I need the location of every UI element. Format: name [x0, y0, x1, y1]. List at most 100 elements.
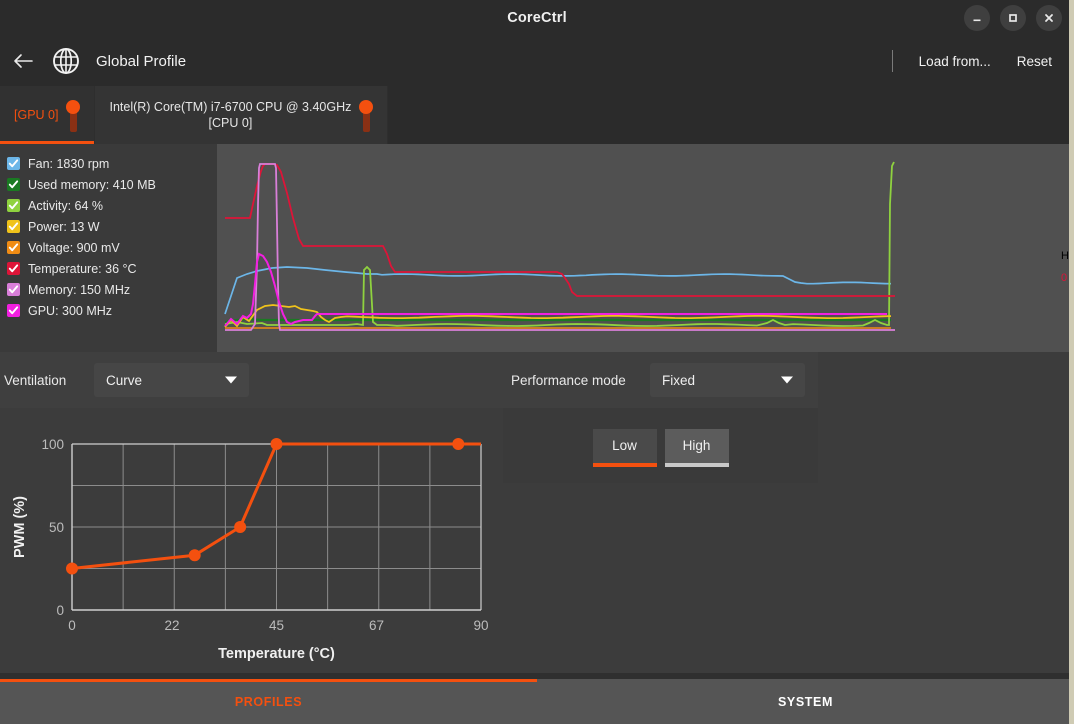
- ventilation-mode-value: Curve: [106, 372, 143, 388]
- y-tick-label: 0: [56, 603, 64, 618]
- tab-system-label: SYSTEM: [778, 694, 833, 709]
- sensor-plot-canvas: [224, 161, 895, 331]
- curve-point-4[interactable]: [452, 438, 465, 450]
- legend-item[interactable]: Fan: 1830 rpm: [7, 153, 217, 174]
- minimize-button[interactable]: [964, 5, 990, 31]
- x-tick-label: 45: [269, 618, 284, 633]
- x-tick-label: 0: [68, 618, 76, 633]
- tab-profiles[interactable]: PROFILES: [0, 679, 537, 724]
- legend-checkbox[interactable]: [7, 304, 20, 317]
- y-tick-label: 50: [49, 520, 64, 535]
- device-tab-bar: [GPU 0] Intel(R) Core(TM) i7-6700 CPU @ …: [0, 86, 1074, 144]
- device-tab-filler: [388, 86, 1074, 144]
- device-tab-cpu0[interactable]: Intel(R) Core(TM) i7-6700 CPU @ 3.40GHz …: [95, 86, 389, 144]
- performance-mode-select[interactable]: Fixed: [650, 363, 805, 397]
- legend-label: Memory: 150 MHz: [28, 282, 131, 297]
- performance-mode-value: Fixed: [662, 372, 696, 388]
- fan-curve-chart[interactable]: 0 22 45 67 90 0 50 100 Temperature (°C) PWM (%): [0, 408, 503, 679]
- curve-point-0[interactable]: [66, 562, 78, 575]
- curve-point-3[interactable]: [270, 438, 283, 450]
- legend-item[interactable]: Voltage: 900 mV: [7, 237, 217, 258]
- x-axis-title: Temperature (°C): [218, 646, 335, 662]
- close-button[interactable]: [1036, 5, 1062, 31]
- legend-checkbox[interactable]: [7, 283, 20, 296]
- page-title: Global Profile: [96, 52, 187, 70]
- legend-label: Fan: 1830 rpm: [28, 156, 110, 171]
- legend-item[interactable]: Memory: 150 MHz: [7, 279, 217, 300]
- chevron-down-icon: [225, 376, 237, 384]
- legend-label: GPU: 300 MHz: [28, 303, 113, 318]
- legend-label: Used memory: 410 MB: [28, 177, 156, 192]
- legend-item[interactable]: GPU: 300 MHz: [7, 300, 217, 321]
- bottom-tab-bar: PROFILES SYSTEM: [0, 679, 1074, 724]
- x-tick-label: 90: [473, 618, 488, 633]
- legend-item[interactable]: Power: 13 W: [7, 216, 217, 237]
- x-tick-label: 67: [369, 618, 384, 633]
- window-edge-strip: [1069, 0, 1074, 724]
- power-profile-segments: Low High: [503, 408, 818, 483]
- edge-label-0: H: [1061, 250, 1069, 262]
- performance-mode-label: Performance mode: [511, 372, 626, 388]
- legend-checkbox[interactable]: [7, 157, 20, 170]
- pin-icon: [359, 98, 374, 132]
- check-icon: [8, 159, 19, 168]
- monitor-section: Fan: 1830 rpm Used memory: 410 MB Activity…: [0, 144, 1074, 352]
- fan-curve-canvas: 0 22 45 67 90 0 50 100 Temperature (°C) PWM (%): [12, 437, 489, 662]
- edge-label-1: 0: [1061, 272, 1068, 284]
- window-controls: [964, 0, 1062, 36]
- legend-checkbox[interactable]: [7, 241, 20, 254]
- title-bar: CoreCtrl: [0, 0, 1074, 36]
- check-icon: [8, 264, 19, 273]
- legend-label: Temperature: 36 °C: [28, 261, 137, 276]
- profile-header: Global Profile Load from... Reset: [0, 36, 1074, 86]
- window-title: CoreCtrl: [507, 10, 567, 26]
- power-profile-high-label: High: [682, 438, 711, 453]
- tab-system[interactable]: SYSTEM: [537, 679, 1074, 724]
- check-icon: [8, 180, 19, 189]
- power-profile-high-button[interactable]: High: [664, 428, 729, 467]
- legend-item[interactable]: Temperature: 36 °C: [7, 258, 217, 279]
- legend-item[interactable]: Activity: 64 %: [7, 195, 217, 216]
- reset-button[interactable]: Reset: [1009, 54, 1060, 69]
- back-button[interactable]: [0, 36, 46, 86]
- y-tick-label: 100: [41, 437, 64, 452]
- device-tab-label: Intel(R) Core(TM) i7-6700 CPU @ 3.40GHz …: [109, 100, 352, 130]
- y-axis-title: PWM (%): [12, 496, 28, 558]
- sensor-plot: H 0: [217, 144, 1074, 352]
- legend-item[interactable]: Used memory: 410 MB: [7, 174, 217, 195]
- check-icon: [8, 285, 19, 294]
- performance-panel: Performance mode Fixed Low High: [503, 352, 1056, 679]
- fan-curve-line: [71, 442, 459, 570]
- check-icon: [8, 306, 19, 315]
- legend-checkbox[interactable]: [7, 262, 20, 275]
- device-tab-gpu0[interactable]: [GPU 0]: [0, 86, 96, 144]
- sensor-legend: Fan: 1830 rpm Used memory: 410 MB Activity…: [0, 144, 217, 352]
- power-profile-low-label: Low: [612, 438, 637, 453]
- maximize-button[interactable]: [1000, 5, 1026, 31]
- curve-point-1[interactable]: [188, 549, 201, 562]
- performance-mode-row: Performance mode Fixed: [503, 352, 818, 408]
- header-divider: [891, 50, 893, 72]
- check-icon: [8, 243, 19, 252]
- ventilation-mode-select[interactable]: Curve: [94, 363, 249, 397]
- header-actions: Load from... Reset: [891, 36, 1074, 86]
- minimize-icon: [973, 19, 981, 22]
- tab-profiles-label: PROFILES: [234, 694, 303, 709]
- legend-checkbox[interactable]: [7, 199, 20, 212]
- profile-content: Ventilation Curve 0 22 45 67 90 0 50 100 Tempera…: [0, 352, 1074, 724]
- legend-label: Power: 13 W: [28, 219, 100, 234]
- chevron-down-icon: [781, 376, 793, 384]
- pin-icon: [66, 98, 81, 132]
- load-from-button[interactable]: Load from...: [911, 54, 999, 69]
- device-tab-label: [GPU 0]: [14, 108, 59, 122]
- legend-checkbox[interactable]: [7, 220, 20, 233]
- legend-checkbox[interactable]: [7, 178, 20, 191]
- corectrl-window: CoreCtrl Global Profile Load from... Res…: [0, 0, 1074, 724]
- globe-icon: [46, 36, 86, 86]
- curve-point-2[interactable]: [234, 521, 247, 533]
- ventilation-label: Ventilation: [4, 372, 67, 388]
- power-profile-low-button[interactable]: Low: [592, 428, 657, 467]
- arrow-left-icon: [14, 54, 33, 68]
- legend-label: Voltage: 900 mV: [28, 240, 120, 255]
- close-icon: [1045, 14, 1053, 22]
